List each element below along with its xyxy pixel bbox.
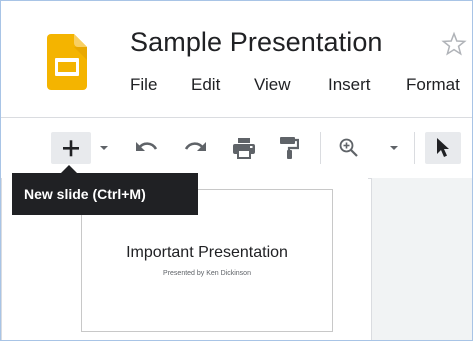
- redo-button[interactable]: [179, 132, 211, 164]
- tooltip-arrow: [61, 165, 77, 173]
- menu-view[interactable]: View: [254, 75, 291, 95]
- star-icon[interactable]: [441, 31, 467, 57]
- menu-edit[interactable]: Edit: [191, 75, 220, 95]
- panel-edge: [1, 178, 2, 340]
- zoom-dropdown-button[interactable]: [387, 132, 401, 164]
- document-title[interactable]: Sample Presentation: [130, 27, 383, 58]
- select-tool-button[interactable]: [425, 132, 461, 164]
- slide-title: Important Presentation: [126, 244, 288, 261]
- undo-icon: [136, 142, 158, 151]
- plus-icon: [63, 140, 79, 157]
- menu-insert[interactable]: Insert: [328, 75, 371, 95]
- zoom-button[interactable]: [333, 132, 365, 164]
- toolbar-separator: [414, 132, 415, 164]
- slide-subtitle: Presented by Ken Dickinson: [163, 270, 251, 277]
- toolbar-separator: [320, 132, 321, 164]
- zoom-icon: [339, 138, 358, 157]
- dropdown-arrow-icon: [100, 146, 108, 150]
- slides-window: Sample Presentation File Edit View Inser…: [0, 0, 473, 341]
- new-slide-tooltip: New slide (Ctrl+M): [12, 173, 198, 215]
- dropdown-arrow-icon: [390, 146, 398, 150]
- print-button[interactable]: [228, 132, 260, 164]
- paint-format-button[interactable]: [273, 132, 305, 164]
- tooltip-text: New slide (Ctrl+M): [24, 186, 146, 202]
- new-slide-button[interactable]: [51, 132, 91, 164]
- redo-icon: [184, 142, 206, 151]
- undo-button[interactable]: [131, 132, 163, 164]
- google-slides-logo-icon[interactable]: [47, 34, 87, 90]
- paint-format-icon: [280, 137, 299, 159]
- new-slide-dropdown-button[interactable]: [97, 132, 111, 164]
- select-cursor-icon: [437, 138, 449, 157]
- print-icon: [233, 138, 255, 159]
- menu-file[interactable]: File: [130, 75, 157, 95]
- menu-format[interactable]: Format: [406, 75, 460, 95]
- slide-canvas-area[interactable]: [372, 178, 472, 340]
